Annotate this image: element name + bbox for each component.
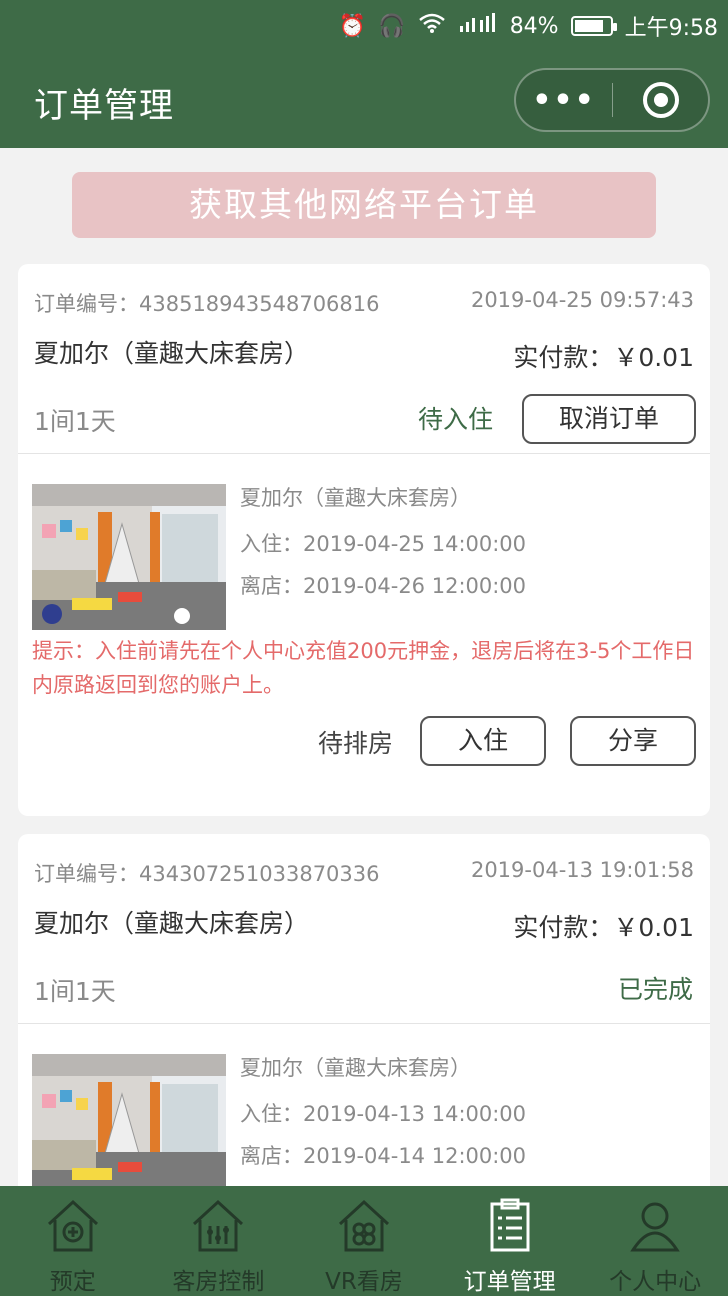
room-name: 夏加尔（童趣大床套房）	[240, 486, 471, 510]
order-number: 订单编号：438518943548706816	[34, 292, 380, 316]
room-nights: 1间1天	[34, 407, 116, 436]
tab-booking[interactable]: 预定	[0, 1186, 146, 1296]
order-summary: 订单编号：434307251033870336 2019-04-13 19:01…	[18, 834, 710, 1024]
house-controls-icon	[193, 1199, 244, 1252]
bottom-tab-bar: 预定 客房控制 VR看房 订单管理 个人中心	[0, 1186, 728, 1296]
tab-label: 订单管理	[463, 1269, 556, 1295]
clipboard-icon	[490, 1198, 530, 1252]
checkout-time: 离店：2019-04-26 12:00:00	[240, 574, 527, 598]
order-summary: 订单编号：438518943548706816 2019-04-25 09:57…	[18, 264, 710, 454]
person-icon	[630, 1202, 680, 1252]
checkin-time: 入住：2019-04-25 14:00:00	[240, 532, 527, 556]
order-time: 2019-04-25 09:57:43	[470, 288, 694, 312]
mini-program-capsule: •••	[514, 68, 710, 132]
order-status: 已完成	[618, 975, 694, 1004]
tab-personal-center[interactable]: 个人中心	[582, 1186, 728, 1296]
house-plus-icon	[47, 1199, 98, 1252]
hotel-name: 夏加尔（童趣大床套房）	[34, 909, 310, 938]
paid-amount: 实付款：￥0.01	[513, 343, 694, 372]
room-nights: 1间1天	[34, 977, 116, 1006]
tab-label: 个人中心	[609, 1269, 702, 1295]
battery-percent: 84%	[509, 13, 559, 39]
tab-label: 客房控制	[172, 1269, 265, 1295]
checkin-time: 入住：2019-04-13 14:00:00	[240, 1102, 527, 1126]
room-photo	[32, 1054, 226, 1200]
order-card: 订单编号：434307251033870336 2019-04-13 19:01…	[18, 834, 710, 1234]
target-icon[interactable]	[613, 82, 708, 118]
alarm-icon: ⏰	[338, 13, 367, 39]
tab-order-management[interactable]: 订单管理	[437, 1186, 583, 1296]
more-dots-icon[interactable]: •••	[516, 83, 612, 118]
tab-label: VR看房	[325, 1269, 403, 1295]
tab-room-control[interactable]: 客房控制	[146, 1186, 292, 1296]
page-title: 订单管理	[34, 86, 174, 126]
app-header: ⏰ 🎧 84% 上午9:58 订单管理 •••	[0, 0, 728, 148]
fetch-other-platform-orders-button[interactable]: 获取其他网络平台订单	[72, 172, 656, 238]
wifi-icon	[418, 12, 446, 40]
signal-icon	[458, 12, 498, 40]
deposit-tip: 提示：入住前请先在个人中心充值200元押金，退房后将在3-5个工作日内原路返回到…	[32, 639, 695, 697]
order-number: 订单编号：434307251033870336	[34, 862, 380, 886]
tab-label: 预定	[49, 1269, 96, 1295]
headphones-icon: 🎧	[378, 13, 406, 39]
checkin-button[interactable]: 入住	[420, 716, 546, 766]
tab-vr-viewing[interactable]: VR看房	[291, 1186, 437, 1296]
clock: 上午9:58	[624, 16, 718, 41]
house-vr-icon	[338, 1199, 389, 1252]
room-name: 夏加尔（童趣大床套房）	[240, 1056, 471, 1080]
cancel-order-button[interactable]: 取消订单	[522, 394, 696, 444]
status-bar: ⏰ 🎧 84% 上午9:58	[339, 8, 718, 44]
room-photo	[32, 484, 226, 630]
checkout-time: 离店：2019-04-14 12:00:00	[240, 1144, 527, 1168]
battery-icon	[570, 16, 617, 36]
share-button[interactable]: 分享	[570, 716, 696, 766]
order-card: 订单编号：438518943548706816 2019-04-25 09:57…	[18, 264, 710, 816]
hotel-name: 夏加尔（童趣大床套房）	[34, 339, 310, 368]
order-time: 2019-04-13 19:01:58	[470, 858, 694, 882]
paid-amount: 实付款：￥0.01	[513, 913, 694, 942]
order-status: 待入住	[418, 405, 494, 434]
room-assignment-status: 待排房	[318, 729, 394, 758]
